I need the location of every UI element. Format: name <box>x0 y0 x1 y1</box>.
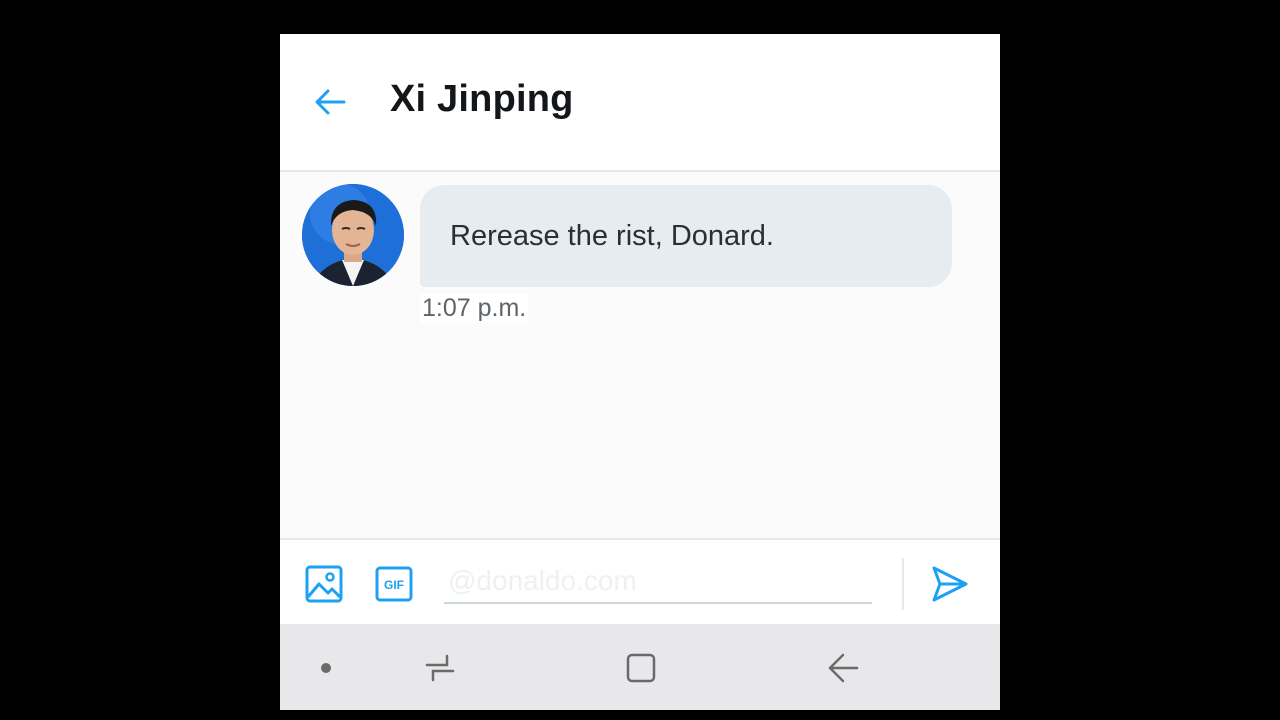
send-button[interactable] <box>930 564 970 604</box>
arrow-left-icon <box>315 89 346 115</box>
recents-icon <box>425 654 455 682</box>
system-back-button[interactable] <box>825 650 861 686</box>
avatar[interactable] <box>302 184 404 286</box>
back-button[interactable] <box>308 84 352 120</box>
message-list: Rerease the rist, Donard. 1:07 p.m. <box>280 172 1000 538</box>
message-composer: GIF <box>280 538 1000 626</box>
system-navigation-bar <box>280 624 1000 710</box>
send-icon <box>932 566 968 602</box>
recents-button[interactable] <box>422 650 458 686</box>
home-icon <box>626 653 656 683</box>
avatar-photo <box>302 184 404 286</box>
composer-divider <box>902 558 904 610</box>
add-gif-button[interactable]: GIF <box>374 564 414 604</box>
message-bubble[interactable]: Rerease the rist, Donard. <box>420 185 952 287</box>
nav-dot-button[interactable] <box>308 650 344 686</box>
dm-screen: Xi Jinping Rerease the rist, Donard. 1:0… <box>280 34 1000 710</box>
message-text: Rerease the rist, Donard. <box>450 219 774 252</box>
back-icon <box>828 653 859 683</box>
image-icon <box>305 565 343 603</box>
add-image-button[interactable] <box>304 564 344 604</box>
dot-icon <box>321 663 331 673</box>
message-input[interactable] <box>444 560 872 604</box>
message-timestamp: 1:07 p.m. <box>420 294 529 323</box>
page-title: Xi Jinping <box>390 78 574 120</box>
gif-icon: GIF <box>375 566 413 602</box>
conversation-header: Xi Jinping <box>280 34 1000 172</box>
gif-label: GIF <box>384 578 404 592</box>
home-button[interactable] <box>623 650 659 686</box>
